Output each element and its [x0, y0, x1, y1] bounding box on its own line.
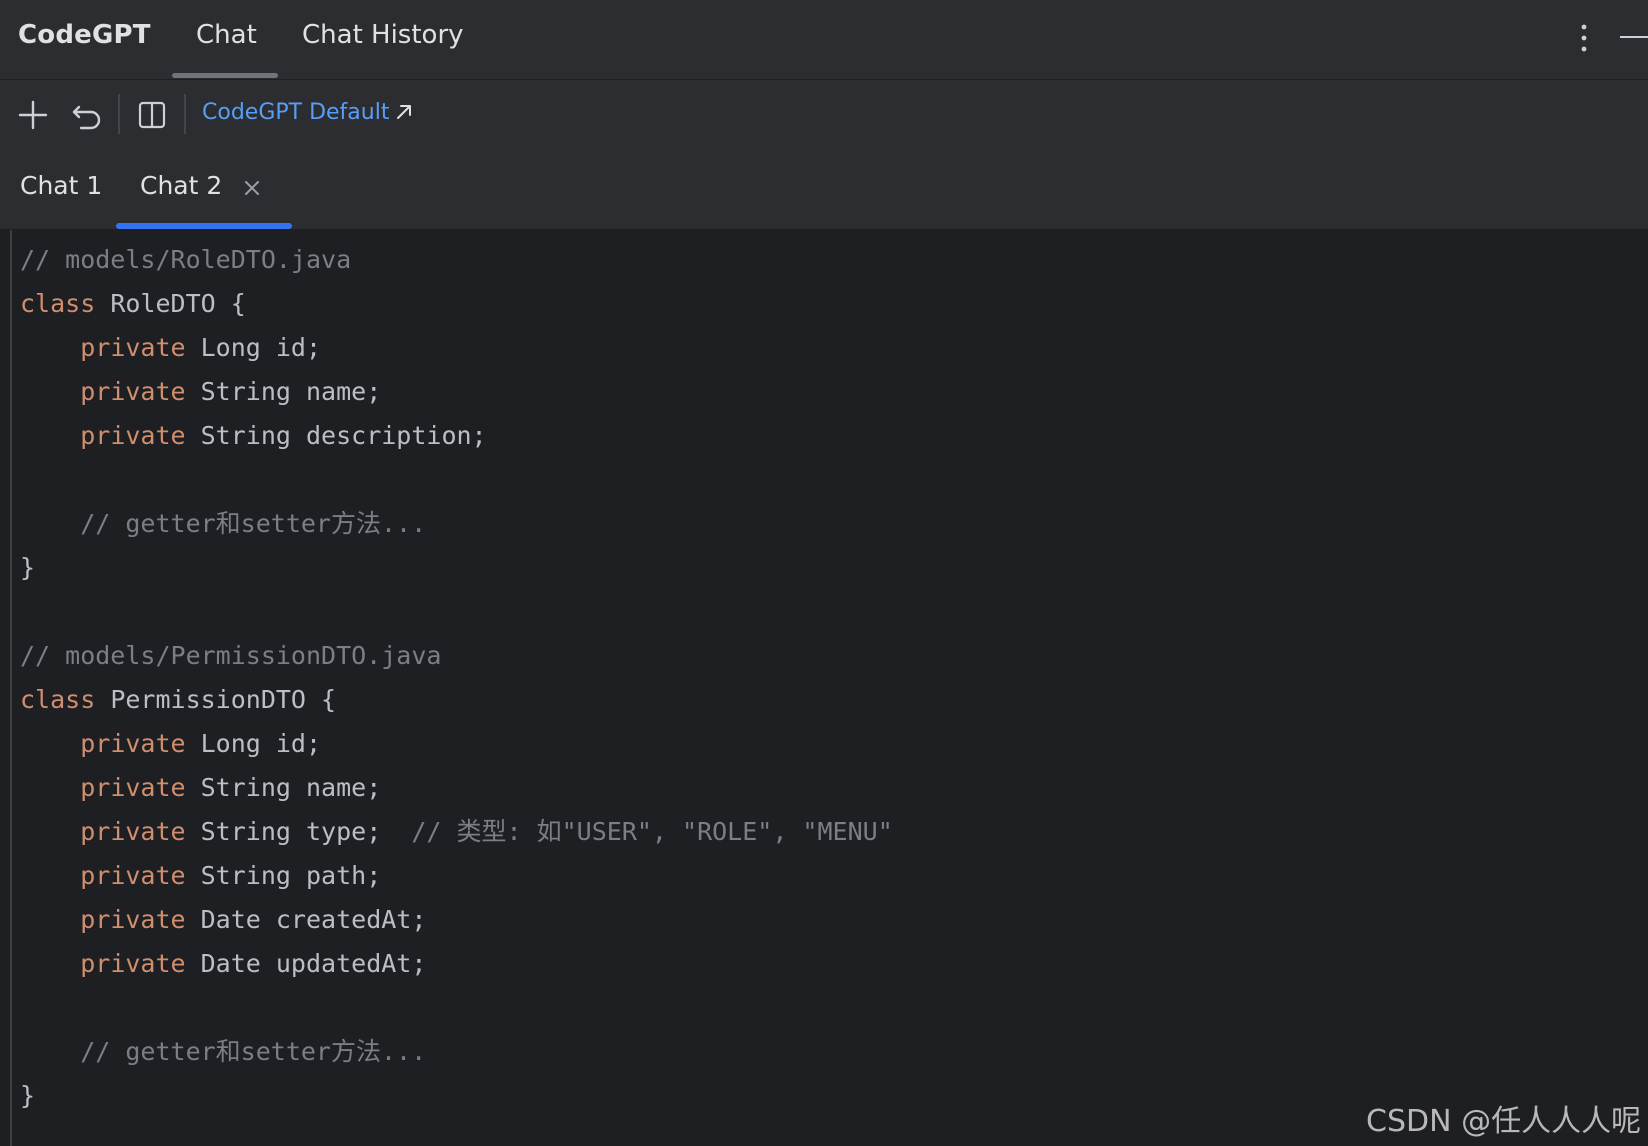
code-comment: // 类型: 如"USER", "ROLE", "MENU": [411, 817, 893, 846]
code-keyword: private: [80, 729, 186, 758]
code-line: private Long id;: [20, 722, 893, 766]
header-bar: CodeGPT Chat Chat History: [0, 0, 1648, 80]
close-icon[interactable]: [242, 178, 262, 198]
code-keyword: private: [80, 773, 186, 802]
tab-chat[interactable]: Chat: [196, 20, 257, 50]
code-comment: // models/PermissionDTO.java: [20, 641, 442, 670]
code-content: // models/RoleDTO.java class RoleDTO { pr…: [20, 238, 893, 1118]
model-link[interactable]: CodeGPT Default: [202, 100, 413, 125]
code-keyword: private: [80, 817, 186, 846]
code-keyword: class: [20, 289, 96, 318]
code-text: String name;: [185, 377, 382, 406]
model-link-label: CodeGPT Default: [202, 100, 390, 125]
code-keyword: private: [80, 905, 186, 934]
code-keyword: private: [80, 421, 186, 450]
code-keyword: private: [80, 861, 186, 890]
code-text: String path;: [185, 861, 382, 890]
code-line: }: [20, 546, 893, 590]
undo-icon[interactable]: [70, 98, 104, 132]
code-line: private String path;: [20, 854, 893, 898]
tab-chat-2[interactable]: Chat 2: [140, 171, 222, 200]
code-line: private String name;: [20, 766, 893, 810]
code-block: // models/RoleDTO.java class RoleDTO { pr…: [0, 230, 1648, 1146]
code-line: class RoleDTO {: [20, 282, 893, 326]
code-line: class PermissionDTO {: [20, 678, 893, 722]
minimize-icon[interactable]: [1620, 36, 1648, 40]
code-text: Long id;: [185, 333, 322, 362]
code-text: }: [20, 553, 36, 582]
chat-toolbar: CodeGPT Default: [0, 80, 1648, 154]
code-line: // getter和setter方法...: [20, 1030, 893, 1074]
code-comment: // models/RoleDTO.java: [20, 245, 352, 274]
code-text: Date createdAt;: [185, 905, 427, 934]
active-chat-tab-indicator: [116, 223, 292, 229]
toolbar-divider: [118, 94, 120, 134]
code-line: private Date updatedAt;: [20, 942, 893, 986]
external-link-icon: [397, 105, 412, 119]
code-text: PermissionDTO {: [95, 685, 337, 714]
code-text: Date updatedAt;: [185, 949, 427, 978]
tab-chat-1[interactable]: Chat 1: [20, 171, 102, 200]
code-text: String description;: [185, 421, 487, 450]
code-keyword: private: [80, 949, 186, 978]
more-options-icon[interactable]: [1572, 22, 1596, 54]
watermark: CSDN @任人人人呢: [1366, 1104, 1642, 1139]
split-panel-icon[interactable]: [135, 98, 169, 132]
code-text: RoleDTO {: [95, 289, 246, 318]
code-text: String type;: [185, 817, 412, 846]
code-line: private String type; // 类型: 如"USER", "RO…: [20, 810, 893, 854]
code-text: String name;: [185, 773, 382, 802]
toolbar-divider: [184, 94, 186, 134]
code-block-border: [10, 230, 12, 1146]
code-keyword: private: [80, 377, 186, 406]
brand-title: CodeGPT: [18, 20, 151, 50]
chat-tabs: Chat 1 Chat 2: [0, 154, 1648, 230]
code-line: // models/RoleDTO.java: [20, 238, 893, 282]
code-line: private String name;: [20, 370, 893, 414]
code-comment: // getter和setter方法...: [80, 509, 427, 538]
codegpt-panel: CodeGPT Chat Chat History CodeGPT Defaul…: [0, 0, 1648, 1146]
code-comment: // getter和setter方法...: [80, 1037, 427, 1066]
code-keyword: private: [80, 333, 186, 362]
code-text: Long id;: [185, 729, 322, 758]
code-keyword: class: [20, 685, 96, 714]
code-line: private String description;: [20, 414, 893, 458]
tab-chat-history[interactable]: Chat History: [302, 20, 464, 50]
code-text: }: [20, 1081, 36, 1110]
code-line: private Long id;: [20, 326, 893, 370]
active-tab-indicator: [172, 73, 278, 78]
code-line: // models/PermissionDTO.java: [20, 634, 893, 678]
plus-icon[interactable]: [16, 98, 50, 132]
code-line: }: [20, 1074, 893, 1118]
code-line: private Date createdAt;: [20, 898, 893, 942]
code-line: // getter和setter方法...: [20, 502, 893, 546]
